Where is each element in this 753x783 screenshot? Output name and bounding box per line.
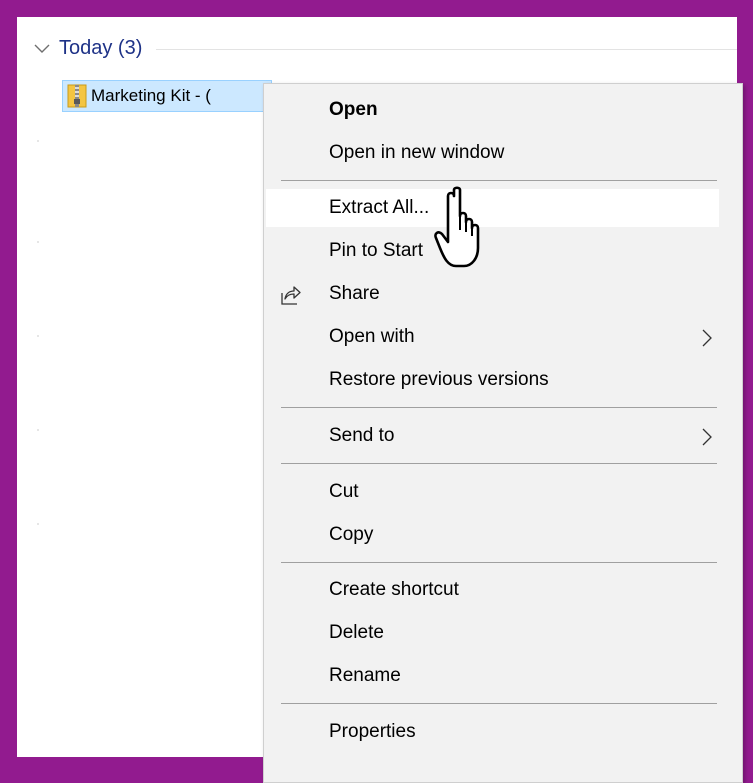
menu-separator — [281, 562, 717, 563]
menu-item-label: Send to — [329, 425, 395, 446]
menu-separator — [281, 463, 717, 464]
menu-item-open-with[interactable]: Open with — [266, 318, 719, 356]
hand-pointer-cursor-icon — [434, 186, 480, 268]
group-title: Today (3) — [59, 36, 143, 59]
menu-item-label: Restore previous versions — [329, 369, 549, 390]
share-icon — [281, 286, 301, 305]
menu-item-label: Rename — [329, 665, 401, 686]
menu-item-rename[interactable]: Rename — [266, 657, 719, 695]
chevron-right-icon — [702, 428, 712, 446]
chevron-down-icon[interactable] — [31, 37, 53, 59]
menu-item-cut[interactable]: Cut — [266, 473, 719, 511]
menu-item-label: Extract All... — [329, 197, 430, 218]
menu-item-properties[interactable]: Properties — [266, 713, 719, 751]
menu-item-label: Properties — [329, 721, 416, 742]
zip-folder-icon — [67, 84, 87, 108]
menu-item-delete[interactable]: Delete — [266, 614, 719, 652]
menu-item-create-shortcut[interactable]: Create shortcut — [266, 571, 719, 609]
menu-item-label: Pin to Start — [329, 240, 423, 261]
menu-item-restore-previous-versions[interactable]: Restore previous versions — [266, 361, 719, 399]
group-divider — [156, 48, 737, 50]
menu-item-share[interactable]: Share — [266, 275, 719, 313]
menu-item-label: Open in new window — [329, 142, 505, 163]
menu-item-label: Delete — [329, 622, 384, 643]
file-name: Marketing Kit - ( — [91, 86, 211, 105]
menu-item-open[interactable]: Open — [266, 91, 719, 129]
menu-separator — [281, 703, 717, 704]
menu-item-label: Create shortcut — [329, 579, 459, 600]
faint-mark — [37, 335, 39, 337]
file-item-marketing-kit[interactable]: Marketing Kit - ( — [62, 80, 272, 112]
menu-separator — [281, 407, 717, 408]
faint-mark — [37, 241, 39, 243]
context-menu: Open Open in new window Extract All... P… — [263, 83, 743, 783]
menu-item-label: Open with — [329, 326, 415, 347]
faint-mark — [37, 140, 39, 142]
menu-item-label: Share — [329, 283, 380, 304]
menu-item-label: Copy — [329, 524, 374, 545]
faint-mark — [37, 523, 39, 525]
menu-separator — [281, 180, 717, 181]
faint-mark — [37, 429, 39, 431]
menu-item-label: Cut — [329, 481, 359, 502]
menu-item-send-to[interactable]: Send to — [266, 417, 719, 455]
group-header-today[interactable]: Today (3) — [17, 35, 737, 61]
menu-item-open-in-new-window[interactable]: Open in new window — [266, 134, 719, 172]
menu-item-copy[interactable]: Copy — [266, 516, 719, 554]
chevron-right-icon — [702, 329, 712, 347]
menu-item-label: Open — [329, 99, 378, 120]
